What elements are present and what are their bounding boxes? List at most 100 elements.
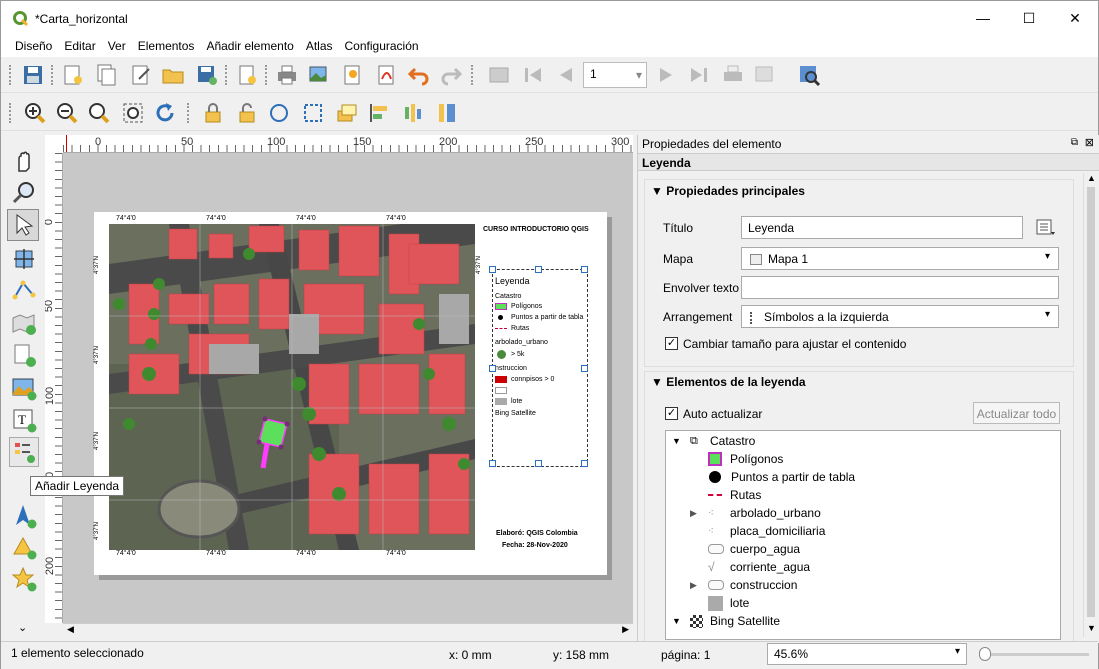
menu-configuracion[interactable]: Configuración [339, 35, 425, 57]
tree-row-poligonos[interactable]: Polígonos [708, 450, 783, 468]
tree-row-catastro[interactable]: ▼ ⧉ Catastro [672, 432, 755, 450]
zoom-tool-icon[interactable] [11, 180, 37, 206]
open-folder-icon[interactable] [161, 63, 185, 87]
tree-row-bing[interactable]: ▼ Bing Satellite [672, 612, 780, 630]
resize-handle[interactable] [535, 460, 542, 467]
scroll-thumb[interactable] [1087, 187, 1095, 617]
add-label-icon[interactable]: T [11, 407, 37, 433]
print-icon[interactable] [275, 63, 299, 87]
arrangement-combo[interactable]: Símbolos a la izquierda ▾ [741, 305, 1059, 328]
float-panel-icon[interactable]: ⧉ [1071, 137, 1078, 148]
next-feature-icon[interactable] [655, 63, 679, 87]
atlas-settings-icon[interactable] [797, 63, 821, 87]
zoom-combo[interactable]: 45.6% ▾ [767, 643, 967, 665]
duplicate-layout-icon[interactable] [95, 63, 119, 87]
add-3d-map-icon[interactable] [11, 342, 37, 368]
export-svg-icon[interactable] [341, 63, 365, 87]
layout-page[interactable]: 74°4'0 74°4'0 74°4'0 74°4'0 74°4'0 74°4'… [94, 212, 607, 575]
menu-anadir-elemento[interactable]: Añadir elemento [200, 35, 299, 57]
add-legend-button[interactable] [9, 437, 39, 467]
zoom-actual-icon[interactable] [87, 101, 111, 125]
new-layout-icon[interactable] [61, 63, 85, 87]
add-marker-icon[interactable] [11, 566, 37, 592]
undo-icon[interactable] [407, 63, 431, 87]
previous-feature-icon[interactable] [553, 63, 577, 87]
export-atlas-icon[interactable] [753, 63, 777, 87]
export-image-icon[interactable] [307, 63, 331, 87]
map-item[interactable] [109, 224, 475, 550]
refresh-icon[interactable] [153, 101, 177, 125]
group-items-icon[interactable] [267, 101, 291, 125]
resize-handle[interactable] [581, 266, 588, 273]
auto-update-checkbox[interactable]: ✓ [665, 407, 678, 420]
scroll-left-icon[interactable]: ◀ [67, 624, 74, 635]
distribute-items-icon[interactable] [401, 101, 425, 125]
mapa-combo[interactable]: Mapa 1 ▾ [741, 247, 1059, 270]
resize-items-icon[interactable] [435, 101, 459, 125]
resize-handle[interactable] [581, 365, 588, 372]
resize-handle[interactable] [489, 460, 496, 467]
edit-nodes-icon[interactable] [11, 277, 37, 303]
tree-row-corriente[interactable]: √ corriente_agua [708, 558, 810, 576]
zoom-in-icon[interactable] [23, 101, 47, 125]
horizontal-scrollbar[interactable]: ◀ ▶ [63, 623, 633, 637]
layout-title[interactable]: CURSO INTRODUCTORIO QGIS [483, 226, 589, 233]
legend-tree[interactable]: ▼ ⧉ Catastro Polígonos Puntos a partir de … [665, 430, 1061, 640]
menu-ver[interactable]: Ver [102, 35, 132, 57]
first-feature-icon[interactable] [521, 63, 545, 87]
last-feature-icon[interactable] [687, 63, 711, 87]
add-shape-icon[interactable] [11, 534, 37, 560]
layout-credit[interactable]: Elaboró: QGIS Colombia [496, 530, 578, 537]
layout-manager-icon[interactable] [129, 63, 153, 87]
move-content-icon[interactable] [11, 246, 37, 272]
atlas-preview-icon[interactable] [487, 63, 511, 87]
menu-diseno[interactable]: Diseño [9, 35, 58, 57]
tree-row-arbolado[interactable]: ▶ ⁖ arbolado_urbano [690, 504, 821, 522]
zoom-out-icon[interactable] [55, 101, 79, 125]
export-pdf-icon[interactable] [375, 63, 399, 87]
menu-elementos[interactable]: Elementos [132, 35, 201, 57]
zoom-slider[interactable] [979, 653, 1089, 656]
tree-row-puntos[interactable]: Puntos a partir de tabla [708, 468, 855, 486]
zoom-slider-handle[interactable] [979, 647, 991, 661]
redo-icon[interactable] [439, 63, 463, 87]
menu-atlas[interactable]: Atlas [300, 35, 339, 57]
resize-handle[interactable] [489, 266, 496, 273]
unlock-items-icon[interactable] [235, 101, 259, 125]
wrap-text-input[interactable] [741, 276, 1059, 299]
update-all-button[interactable]: Actualizar todo [973, 402, 1060, 424]
align-items-icon[interactable] [367, 101, 391, 125]
save-template-icon[interactable] [195, 63, 219, 87]
lock-items-icon[interactable] [201, 101, 225, 125]
save-icon[interactable] [21, 63, 45, 87]
select-tool-button[interactable] [7, 209, 39, 241]
raise-items-icon[interactable] [335, 101, 359, 125]
print-atlas-icon[interactable] [721, 63, 745, 87]
add-map-icon[interactable] [11, 310, 37, 336]
ungroup-items-icon[interactable] [301, 101, 325, 125]
zoom-full-icon[interactable] [121, 101, 145, 125]
add-page-icon[interactable] [235, 63, 259, 87]
legend-items-header[interactable]: ▼ Elementos de la leyenda [651, 375, 806, 389]
scroll-up-icon[interactable]: ▲ [1087, 173, 1096, 183]
resize-checkbox[interactable]: ✓ [665, 337, 678, 350]
tree-row-placa[interactable]: ⁖ placa_domiciliaria [708, 522, 825, 540]
tree-row-lote[interactable]: lote [708, 594, 749, 612]
scroll-right-icon[interactable]: ▶ [622, 624, 629, 635]
minimize-button[interactable]: — [960, 1, 1006, 35]
legend-item[interactable]: Leyenda Catastro Polígonos Puntos a part… [489, 266, 588, 467]
titulo-input[interactable]: Leyenda [741, 216, 1023, 239]
menu-editar[interactable]: Editar [58, 35, 101, 57]
page-number-combo[interactable]: 1 ▾ [583, 62, 647, 88]
close-panel-icon[interactable]: ⊠ [1085, 136, 1094, 149]
expression-edit-icon[interactable] [1035, 218, 1057, 238]
tree-row-cuerpo-agua[interactable]: cuerpo_agua [708, 540, 800, 558]
maximize-button[interactable]: ☐ [1006, 1, 1052, 35]
panel-vertical-scrollbar[interactable]: ▲ ▼ [1083, 173, 1098, 637]
add-picture-icon[interactable] [11, 375, 37, 401]
close-button[interactable]: ✕ [1052, 1, 1098, 35]
resize-handle[interactable] [581, 460, 588, 467]
tree-row-rutas[interactable]: Rutas [708, 486, 761, 504]
add-north-arrow-icon[interactable] [11, 503, 37, 529]
toolbar-grip[interactable] [9, 65, 13, 85]
